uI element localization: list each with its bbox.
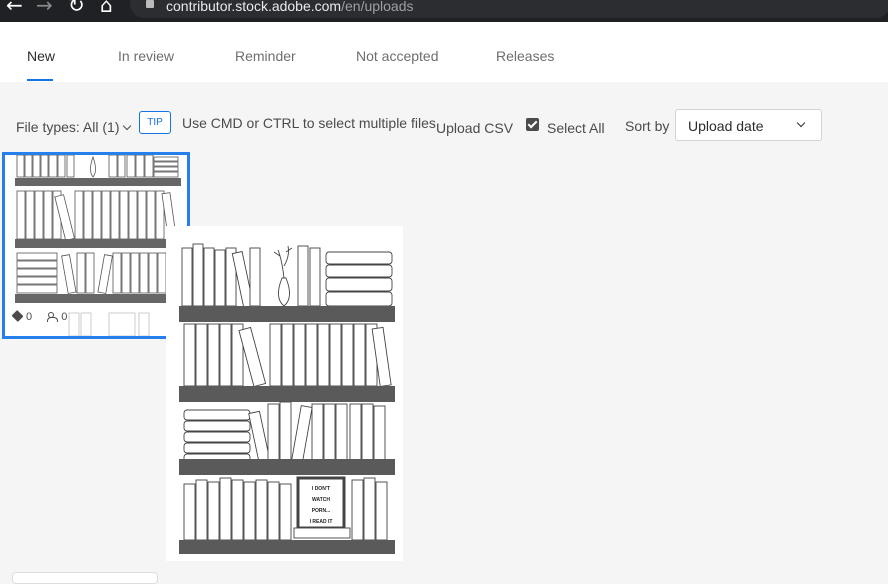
sign-line-3: PORN... (312, 508, 331, 514)
tip-badge: TIP (139, 111, 171, 134)
select-all-label[interactable]: Select All (547, 120, 605, 136)
home-icon[interactable]: ⌂ (100, 0, 113, 15)
bookshelf-thumbnail-image (5, 155, 187, 336)
sort-value: Upload date (688, 118, 764, 134)
active-tab-indicator (27, 79, 53, 81)
url-path: /en/uploads (341, 0, 414, 14)
forward-arrow-icon[interactable]: → (36, 0, 53, 15)
url-host: contributor.stock.adobe.com (166, 0, 342, 14)
releases-count: 0 (61, 311, 68, 323)
tab-in-review[interactable]: In review (118, 48, 174, 64)
sign-line-1: I DON'T (312, 486, 330, 492)
file-types-label: File types: All (1) (16, 119, 120, 135)
browser-toolbar: ← → ↻ ⌂ contributor.stock.adobe.com/en/u… (0, 0, 888, 22)
tab-releases[interactable]: Releases (496, 48, 554, 64)
chevron-down-icon (796, 118, 806, 128)
reload-icon[interactable]: ↻ (68, 0, 85, 15)
upload-csv-button[interactable]: Upload CSV (436, 120, 513, 136)
tab-reminder[interactable]: Reminder (235, 48, 296, 64)
sign-line-4: I READ IT (310, 519, 333, 525)
sort-select[interactable]: Upload date (675, 109, 822, 141)
asset-thumbnail[interactable]: 0 0 (2, 152, 190, 339)
tab-new[interactable]: New (27, 48, 55, 64)
chevron-down-icon (123, 121, 132, 131)
file-types-filter[interactable]: File types: All (1) (16, 119, 132, 135)
bookshelf-preview-image: I DON'T WATCH PORN... I READ IT (166, 226, 403, 561)
asset-preview-popup: I DON'T WATCH PORN... I READ IT (166, 226, 403, 561)
thumbnail-meta: 0 0 (11, 309, 68, 323)
people-icon (47, 312, 59, 322)
lock-icon (146, 0, 154, 8)
keywords-count: 0 (26, 311, 33, 323)
url-text: contributor.stock.adobe.com/en/uploads (166, 0, 414, 14)
back-arrow-icon[interactable]: ← (6, 0, 23, 15)
select-all-checkbox[interactable] (526, 118, 539, 131)
tab-not-accepted[interactable]: Not accepted (356, 48, 439, 64)
tag-icon (11, 309, 24, 323)
address-bar[interactable]: contributor.stock.adobe.com/en/uploads (130, 0, 888, 18)
bottom-panel-edge (12, 572, 158, 584)
sort-by-label: Sort by (625, 118, 670, 134)
sign-line-2: WATCH (312, 497, 330, 503)
uploads-tabs: New In review Reminder Not accepted Rele… (0, 22, 888, 82)
tip-text: Use CMD or CTRL to select multiple files (182, 115, 436, 131)
